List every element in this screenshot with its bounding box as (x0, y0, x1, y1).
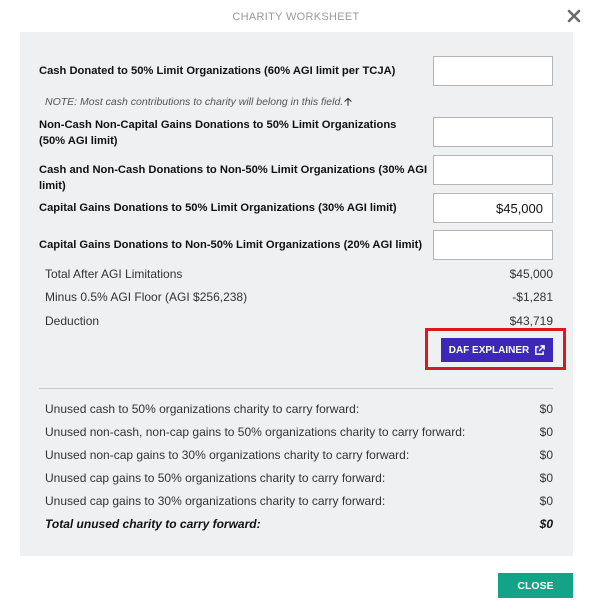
note-text: NOTE: Most cash contributions to charity… (45, 94, 352, 112)
summary-label: Minus 0.5% AGI Floor (AGI $256,238) (45, 290, 248, 304)
summary-label: Deduction (45, 314, 100, 328)
divider (39, 388, 553, 389)
carry-forward-value: $0 (539, 402, 553, 416)
carry-forward-total-value: $0 (539, 517, 553, 531)
external-link-icon (535, 344, 546, 355)
carry-forward-value: $0 (539, 494, 553, 508)
carry-forward-label: Unused cap gains to 30% organizations ch… (45, 494, 386, 508)
carry-forward-label: Unused cash to 50% organizations charity… (45, 402, 360, 416)
modal-title: CHARITY WORKSHEET (232, 11, 360, 23)
carry-forward-label: Unused non-cap gains to 30% organization… (45, 448, 410, 462)
carry-forward-value: $0 (539, 471, 553, 485)
summary-value: -$1,281 (512, 290, 553, 304)
summary-label: Total After AGI Limitations (45, 267, 183, 281)
close-button[interactable]: CLOSE (498, 573, 573, 598)
field-row-noncash-50: Non-Cash Non-Capital Gains Donations to … (39, 117, 553, 147)
worksheet-panel: Cash Donated to 50% Limit Organizations … (20, 32, 573, 556)
field-label-cash-50: Cash Donated to 50% Limit Organizations … (39, 65, 396, 77)
carry-forward-value: $0 (539, 425, 553, 439)
non50-input[interactable] (433, 155, 553, 185)
field-label-non50: Cash and Non-Cash Donations to Non-50% L… (39, 164, 428, 192)
close-icon[interactable] (566, 8, 582, 24)
carry-forward-label: Unused cap gains to 50% organizations ch… (45, 471, 386, 485)
cash-50-input[interactable] (433, 56, 553, 86)
field-label-capgains-50: Capital Gains Donations to 50% Limit Org… (39, 202, 397, 214)
daf-explainer-button[interactable]: DAF EXPLAINER (441, 338, 553, 362)
field-row-capgains-non50: Capital Gains Donations to Non-50% Limit… (39, 230, 553, 260)
arrow-up-icon: 🡡 (344, 96, 352, 108)
field-row-non50: Cash and Non-Cash Donations to Non-50% L… (39, 155, 553, 192)
summary-value: $45,000 (509, 267, 553, 281)
carry-forward-value: $0 (539, 448, 553, 462)
noncash-50-input[interactable] (433, 117, 553, 147)
field-row-cash-50: Cash Donated to 50% Limit Organizations … (39, 56, 553, 86)
note-label: NOTE: Most cash contributions to charity… (45, 96, 344, 108)
capgains-50-input[interactable] (433, 193, 553, 223)
daf-explainer-label: DAF EXPLAINER (448, 344, 530, 356)
field-row-capgains-50: Capital Gains Donations to 50% Limit Org… (39, 193, 553, 223)
field-label-noncash-50: Non-Cash Non-Capital Gains Donations to … (39, 119, 397, 147)
field-label-capgains-non50: Capital Gains Donations to Non-50% Limit… (39, 239, 423, 251)
carry-forward-label: Unused non-cash, non-cap gains to 50% or… (45, 425, 466, 439)
summary-value: $43,719 (509, 314, 553, 328)
carry-forward-total-label: Total unused charity to carry forward: (45, 517, 261, 531)
capgains-non50-input[interactable] (433, 230, 553, 260)
